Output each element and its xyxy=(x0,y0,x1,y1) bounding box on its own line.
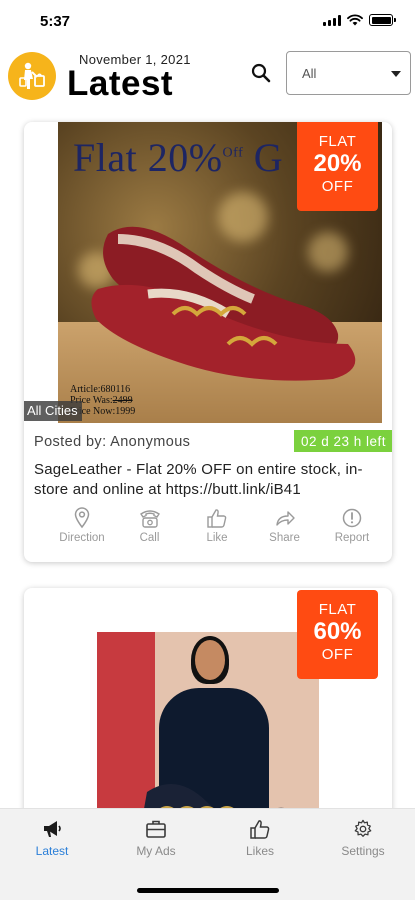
city-filter-select[interactable]: All xyxy=(286,51,411,95)
gear-icon xyxy=(354,819,372,837)
ad-card[interactable]: FLAT 60% OFF xyxy=(24,588,392,808)
ad-image[interactable] xyxy=(97,632,319,808)
call-button[interactable]: Call xyxy=(120,507,180,551)
search-button[interactable] xyxy=(248,60,274,86)
discount-badge: FLAT 60% OFF xyxy=(297,590,378,679)
location-pin-icon xyxy=(74,507,90,529)
tab-likes[interactable]: Likes xyxy=(220,819,300,858)
ad-card[interactable]: Flat 20%Off G Article:680116 Price Was:2… xyxy=(24,122,392,562)
status-bar: 5:37 xyxy=(0,0,415,44)
ad-description: SageLeather - Flat 20% OFF on entire sto… xyxy=(34,461,363,498)
share-icon xyxy=(275,511,295,526)
app-logo-icon xyxy=(8,52,56,100)
thumbs-up-icon xyxy=(250,820,270,839)
tab-settings[interactable]: Settings xyxy=(323,819,403,858)
page-title: Latest xyxy=(67,64,174,103)
cellular-signal-icon xyxy=(323,14,341,26)
home-indicator[interactable] xyxy=(137,888,279,893)
share-button[interactable]: Share xyxy=(255,507,315,551)
header: November 1, 2021 Latest All xyxy=(0,44,415,110)
phone-icon xyxy=(139,510,160,528)
tab-latest[interactable]: Latest xyxy=(12,819,92,858)
posted-by: Posted by: Anonymous xyxy=(34,434,191,450)
ads-feed[interactable]: Flat 20%Off G Article:680116 Price Was:2… xyxy=(0,110,415,808)
megaphone-icon xyxy=(44,821,61,837)
report-button[interactable]: Report xyxy=(322,507,382,551)
ad-actions: Direction Call Like Share Report xyxy=(52,507,382,551)
time-left-badge: 02 d 23 h left xyxy=(293,430,392,452)
bottom-tab-bar: Latest My Ads Likes Settings xyxy=(0,808,415,900)
wifi-icon xyxy=(347,14,363,26)
briefcase-icon xyxy=(146,820,166,838)
chevron-down-icon xyxy=(391,71,401,77)
search-icon xyxy=(251,63,271,83)
report-icon xyxy=(342,508,362,528)
city-chip: All Cities xyxy=(24,401,82,421)
thumbs-up-icon xyxy=(207,509,227,528)
dress-pattern xyxy=(144,784,284,808)
tab-my-ads[interactable]: My Ads xyxy=(116,819,196,858)
battery-icon xyxy=(369,14,396,26)
direction-button[interactable]: Direction xyxy=(52,507,112,551)
discount-badge: FLAT 20% OFF xyxy=(297,122,378,211)
ad-image-headline: Flat 20%Off G xyxy=(73,135,284,180)
status-icons xyxy=(323,14,396,26)
city-filter-value: All xyxy=(302,65,317,81)
like-button[interactable]: Like xyxy=(187,507,247,551)
status-time: 5:37 xyxy=(40,13,71,30)
shoe-illustration xyxy=(91,226,356,381)
